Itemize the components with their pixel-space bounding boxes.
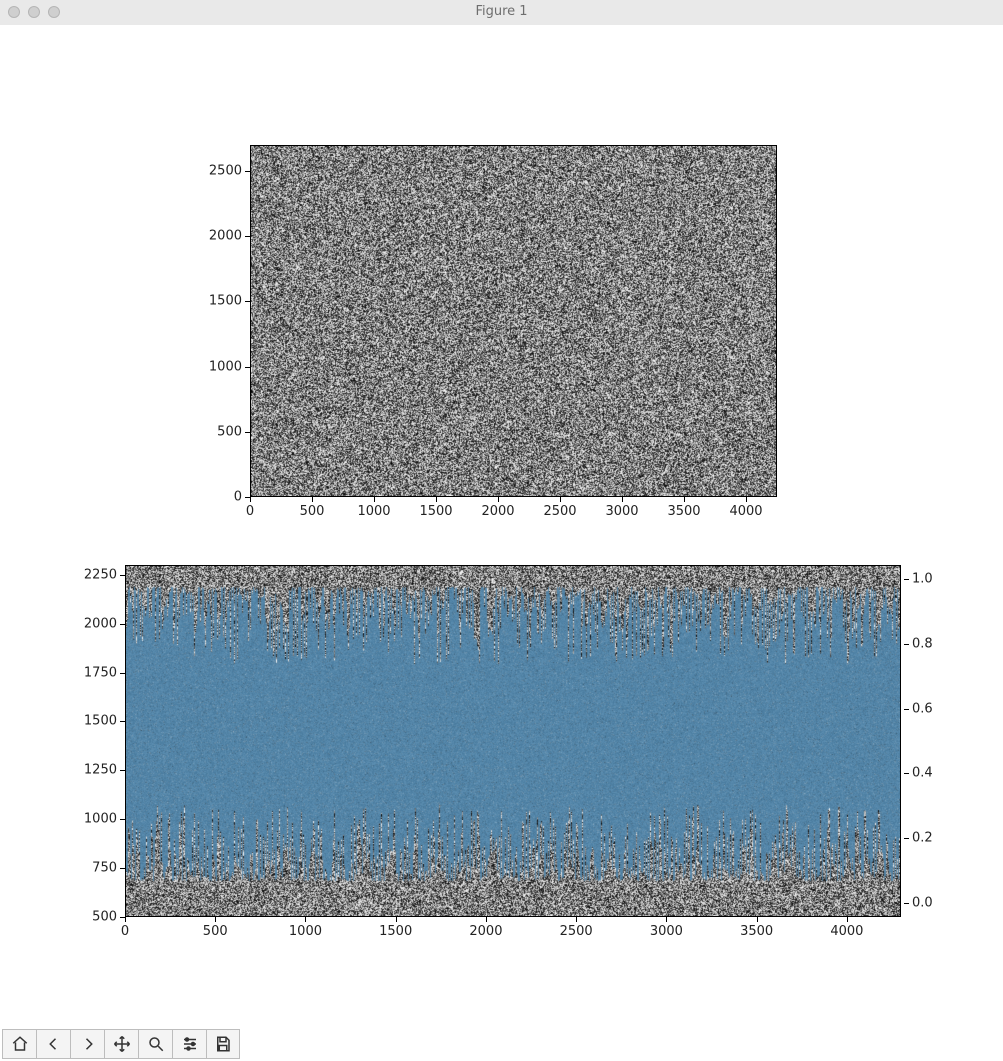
tick-mark [120,917,125,918]
tick-mark [757,917,758,922]
axes-top-xtick: 1000 [357,504,390,519]
tick-mark [374,497,375,502]
move-icon [113,1035,131,1053]
tick-mark [436,497,437,502]
arrow-right-icon [79,1035,97,1053]
axes-top-ytick: 1000 [209,359,242,374]
axes-bottom-ytick: 750 [92,861,117,876]
tick-mark [120,721,125,722]
tick-mark [576,917,577,922]
colorbar-tick: 0.2 [912,831,933,846]
noise-image-top [251,146,776,496]
axes-top-xtick: 2000 [481,504,514,519]
axes-top-ytick: 1500 [209,294,242,309]
tick-mark [245,497,250,498]
tick-mark [245,301,250,302]
tick-mark [305,917,306,922]
axes-bottom[interactable] [125,565,901,917]
tick-mark [215,917,216,922]
axes-top-ytick: 500 [217,424,242,439]
axes-top-xtick: 4000 [729,504,762,519]
axes-bottom-ytick: 1500 [84,714,117,729]
tick-mark [120,868,125,869]
axes-top-ytick: 0 [234,490,242,505]
tick-mark [250,497,251,502]
tick-mark [847,917,848,922]
axes-top-ytick: 2000 [209,229,242,244]
home-button[interactable] [2,1029,36,1059]
colorbar-tick: 0.6 [912,701,933,716]
axes-bottom-xtick: 2500 [560,924,593,939]
axes-bottom-xtick: 3500 [740,924,773,939]
axes-bottom-xtick: 1000 [289,924,322,939]
axes-bottom-xtick: 0 [121,924,129,939]
tick-mark [120,575,125,576]
axes-top-xtick: 2500 [543,504,576,519]
tick-mark [120,770,125,771]
tick-mark [486,917,487,922]
axes-bottom-ytick: 500 [92,910,117,925]
tick-mark [120,673,125,674]
tick-mark [904,838,909,839]
back-button[interactable] [36,1029,70,1059]
axes-bottom-ytick: 1250 [84,763,117,778]
axes-bottom-ytick: 1000 [84,812,117,827]
arrow-left-icon [45,1035,63,1053]
tick-mark [904,773,909,774]
axes-bottom-xtick: 4000 [830,924,863,939]
configure-button[interactable] [172,1029,206,1059]
axes-bottom-ytick: 2000 [84,616,117,631]
tick-mark [904,903,909,904]
axes-bottom-ytick: 1750 [84,665,117,680]
colorbar-tick: 0.4 [912,766,933,781]
tick-mark [312,497,313,502]
colorbar-tick: 0.8 [912,636,933,651]
pan-button[interactable] [104,1029,138,1059]
tick-mark [245,171,250,172]
tick-mark [245,432,250,433]
matplotlib-toolbar [2,1029,240,1059]
axes-top-xtick: 1500 [419,504,452,519]
axes-bottom-xtick: 3000 [650,924,683,939]
tick-mark [245,367,250,368]
colorbar-tick: 1.0 [912,572,933,587]
tick-mark [120,624,125,625]
tick-mark [746,497,747,502]
forward-button[interactable] [70,1029,104,1059]
axes-top-xtick: 3500 [667,504,700,519]
tick-mark [904,709,909,710]
tick-mark [498,497,499,502]
home-icon [11,1035,29,1053]
tick-mark [622,497,623,502]
zoom-icon [147,1035,165,1053]
window-titlebar: Figure 1 [0,0,1003,26]
tick-mark [120,819,125,820]
colorbar-tick: 0.0 [912,896,933,911]
save-button[interactable] [206,1029,240,1059]
tick-mark [904,644,909,645]
sliders-icon [181,1035,199,1053]
axes-top-xtick: 500 [300,504,325,519]
tick-mark [560,497,561,502]
axes-bottom-ytick: 2250 [84,567,117,582]
tick-mark [396,917,397,922]
axes-bottom-xtick: 1500 [379,924,412,939]
tick-mark [666,917,667,922]
zoom-button[interactable] [138,1029,172,1059]
tick-mark [904,579,909,580]
save-icon [214,1035,232,1053]
tick-mark [245,236,250,237]
axes-top-xtick: 3000 [605,504,638,519]
window-title: Figure 1 [0,4,1003,19]
noise-image-bottom [126,566,900,916]
tick-mark [125,917,126,922]
axes-top-ytick: 2500 [209,164,242,179]
figure-canvas: 0 500 1000 1500 2000 2500 3000 3500 4000 0 500 1000… [0,25,1003,1030]
tick-mark [684,497,685,502]
axes-top[interactable] [250,145,777,497]
axes-top-xtick: 0 [246,504,254,519]
axes-bottom-xtick: 500 [203,924,228,939]
axes-bottom-xtick: 2000 [469,924,502,939]
